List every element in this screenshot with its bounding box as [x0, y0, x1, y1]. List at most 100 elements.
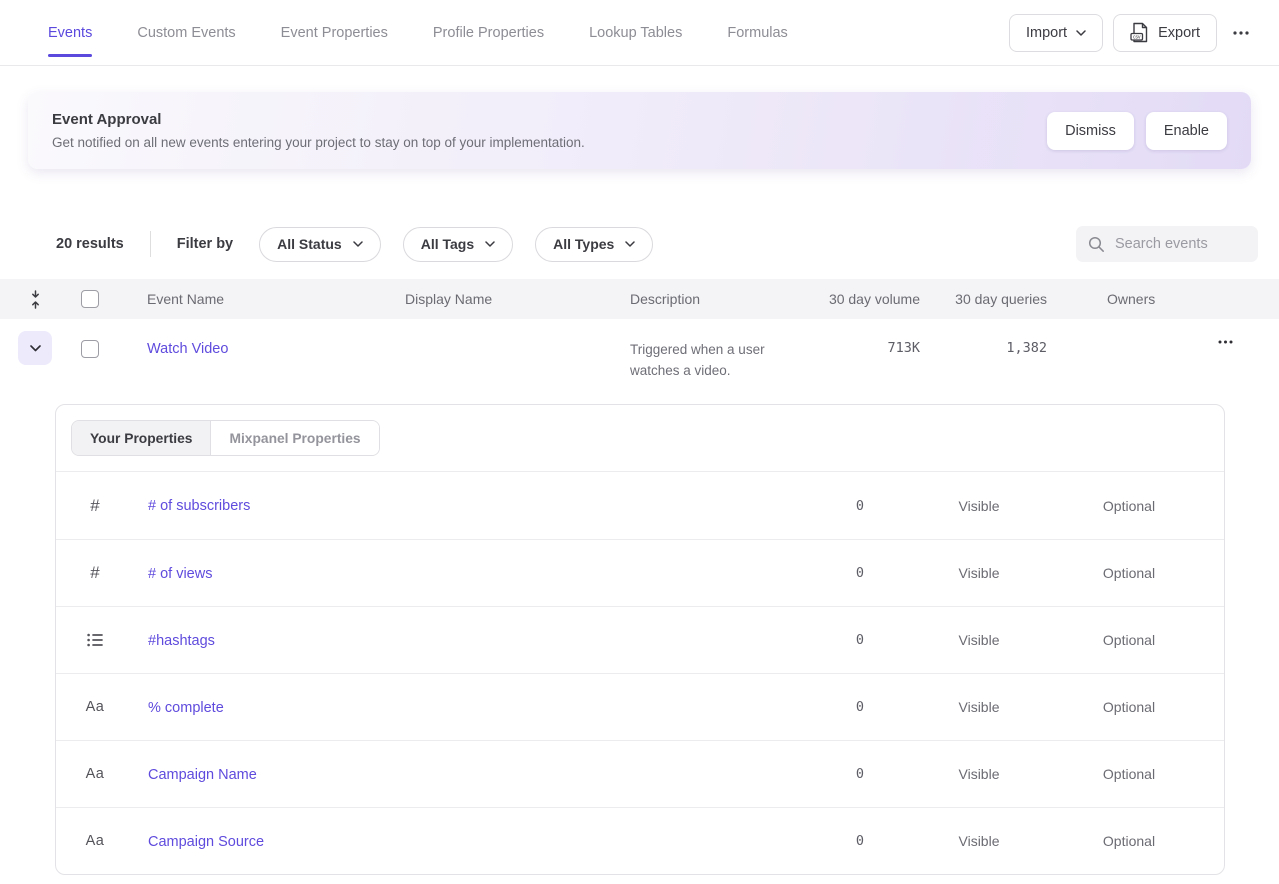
properties-segmented-control: Your Properties Mixpanel Properties — [71, 420, 380, 456]
select-all-checkbox[interactable] — [81, 290, 99, 308]
property-name-link[interactable]: Campaign Source — [148, 834, 264, 850]
text-icon: Aa — [84, 833, 106, 849]
text-icon: Aa — [84, 766, 106, 782]
property-name-link[interactable]: Campaign Name — [148, 767, 257, 783]
banner-actions: Dismiss Enable — [1047, 112, 1227, 150]
property-row: # # of views 0 Visible Optional — [56, 539, 1224, 606]
top-navigation: Events Custom Events Event Properties Pr… — [0, 0, 1279, 66]
filter-dropdown-label: All Types — [553, 236, 614, 252]
queries-value: 1,382 — [1006, 340, 1047, 356]
property-name-link[interactable]: # of views — [148, 566, 212, 582]
dismiss-button[interactable]: Dismiss — [1047, 112, 1134, 150]
property-row: Aa Campaign Source 0 Visible Optional — [56, 807, 1224, 874]
chevron-down-icon — [1076, 30, 1086, 36]
import-button-label: Import — [1026, 25, 1067, 41]
row-select-cell — [54, 332, 147, 358]
property-requirement: Optional — [1054, 498, 1204, 514]
csv-file-icon: csv — [1130, 22, 1149, 43]
banner-title: Event Approval — [52, 111, 585, 128]
nav-tab-label: Custom Events — [137, 25, 235, 41]
collapse-all-icon[interactable] — [29, 290, 42, 309]
chevron-down-icon — [30, 345, 41, 352]
more-options-button[interactable] — [1227, 23, 1255, 43]
volume-value: 713K — [887, 340, 920, 356]
property-row: Aa Campaign Name 0 Visible Optional — [56, 740, 1224, 807]
nav-tab-label: Formulas — [727, 25, 787, 41]
column-header-display-name: Display Name — [405, 291, 630, 307]
properties-tab-label: Your Properties — [90, 431, 192, 446]
property-visibility: Visible — [904, 498, 1054, 514]
collapse-row-button[interactable] — [18, 331, 52, 365]
property-value: 0 — [764, 498, 864, 514]
nav-tab[interactable]: Lookup Tables — [589, 0, 682, 65]
properties-tab-label: Mixpanel Properties — [229, 431, 360, 446]
filter-dropdown[interactable]: All Types — [535, 227, 653, 262]
search-events-input[interactable] — [1115, 236, 1246, 252]
properties-panel: Your Properties Mixpanel Properties # # … — [55, 404, 1225, 875]
row-options-button[interactable] — [1212, 332, 1239, 352]
enable-button[interactable]: Enable — [1146, 112, 1227, 150]
property-name-cell: Campaign Name — [148, 766, 764, 783]
events-table-header: Event Name Display Name Description 30 d… — [0, 279, 1279, 319]
description-cell: Triggered when a user watches a video. — [630, 332, 820, 381]
ellipsis-icon — [1218, 340, 1233, 344]
filter-dropdown-label: All Tags — [421, 236, 474, 252]
event-name-cell: Watch Video — [147, 332, 405, 357]
property-row: #hashtags 0 Visible Optional — [56, 606, 1224, 673]
event-description: Triggered when a user watches a video. — [630, 342, 765, 378]
property-value: 0 — [764, 833, 864, 849]
import-button[interactable]: Import — [1009, 14, 1103, 52]
property-value: 0 — [764, 766, 864, 782]
search-events-box[interactable] — [1076, 226, 1258, 262]
list-icon — [84, 633, 106, 647]
queries-cell: 1,382 — [920, 332, 1047, 356]
select-all-column — [54, 290, 147, 308]
ellipsis-icon — [1233, 31, 1249, 35]
property-name-link[interactable]: # of subscribers — [148, 498, 250, 514]
chevron-down-icon — [353, 241, 363, 247]
filter-dropdown[interactable]: All Status — [259, 227, 381, 262]
svg-text:csv: csv — [1133, 35, 1141, 41]
property-visibility: Visible — [904, 833, 1054, 849]
property-name-cell: # of subscribers — [148, 497, 764, 514]
number-icon: # — [84, 563, 106, 583]
row-checkbox[interactable] — [81, 340, 99, 358]
filter-dropdown-label: All Status — [277, 236, 342, 252]
row-expand-cell — [16, 332, 54, 365]
nav-tab[interactable]: Event Properties — [281, 0, 388, 65]
property-visibility: Visible — [904, 699, 1054, 715]
filter-bar: 20 results Filter by All Status All Tags… — [56, 226, 1258, 262]
filter-dropdown[interactable]: All Tags — [403, 227, 513, 262]
property-row: # # of subscribers 0 Visible Optional — [56, 472, 1224, 539]
nav-tab[interactable]: Profile Properties — [433, 0, 544, 65]
chevron-down-icon — [625, 241, 635, 247]
nav-tab-label: Events — [48, 25, 92, 41]
properties-tabs-bar: Your Properties Mixpanel Properties — [56, 405, 1224, 472]
properties-tab[interactable]: Your Properties — [72, 421, 210, 455]
property-requirement: Optional — [1054, 766, 1204, 782]
property-name-cell: Campaign Source — [148, 833, 764, 850]
banner-text: Event Approval Get notified on all new e… — [52, 111, 585, 150]
text-icon: Aa — [84, 699, 106, 715]
properties-tab[interactable]: Mixpanel Properties — [210, 421, 378, 455]
nav-tab[interactable]: Custom Events — [137, 0, 235, 65]
export-button[interactable]: csv Export — [1113, 14, 1217, 52]
property-name-link[interactable]: % complete — [148, 700, 224, 716]
property-requirement: Optional — [1054, 565, 1204, 581]
collapse-all-column — [16, 290, 54, 309]
event-name-link[interactable]: Watch Video — [147, 341, 228, 357]
property-name-link[interactable]: #hashtags — [148, 633, 215, 649]
property-requirement: Optional — [1054, 833, 1204, 849]
nav-tab-label: Profile Properties — [433, 25, 544, 41]
property-visibility: Visible — [904, 766, 1054, 782]
property-name-cell: % complete — [148, 699, 764, 716]
nav-tab-label: Event Properties — [281, 25, 388, 41]
column-header-event-name: Event Name — [147, 291, 405, 307]
property-name-cell: #hashtags — [148, 632, 764, 649]
property-name-cell: # of views — [148, 565, 764, 582]
export-button-label: Export — [1158, 25, 1200, 41]
nav-tab[interactable]: Formulas — [727, 0, 787, 65]
banner-description: Get notified on all new events entering … — [52, 135, 585, 150]
nav-tab[interactable]: Events — [48, 0, 92, 65]
property-visibility: Visible — [904, 565, 1054, 581]
